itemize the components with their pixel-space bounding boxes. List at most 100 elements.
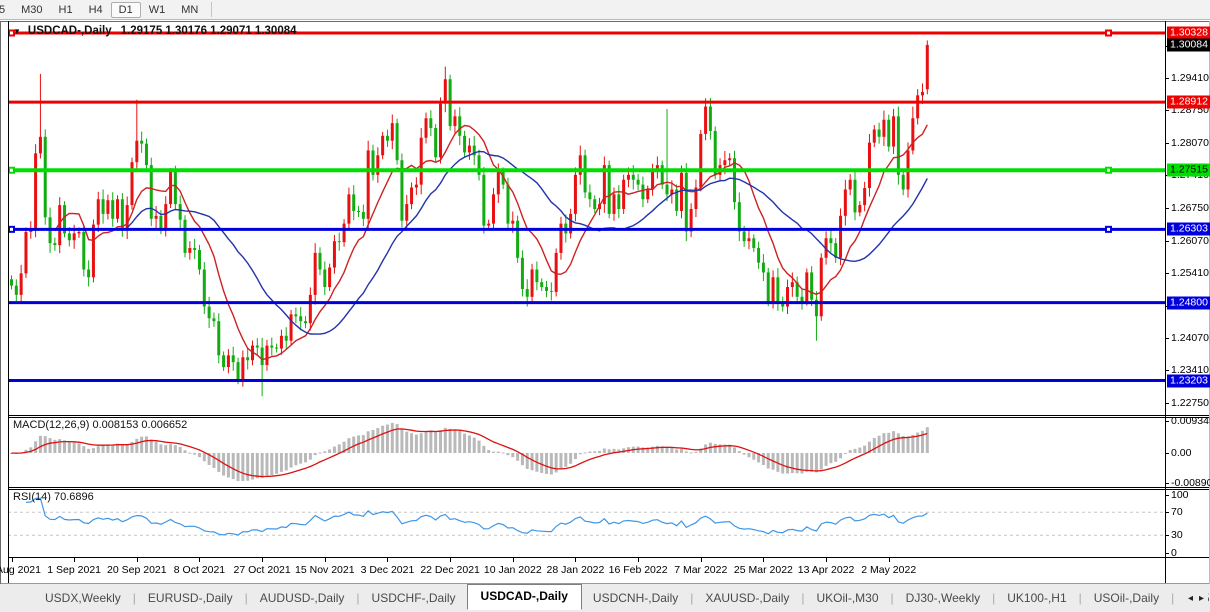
- tab-usdx-weekly[interactable]: USDX,Weekly: [34, 586, 132, 610]
- date-axis-tickmark: [137, 558, 138, 562]
- symbol-tab-bar: USDX,Weekly|EURUSD-,Daily|AUDUSD-,Daily|…: [0, 584, 1210, 612]
- macd-axis-label: -0.008902: [1171, 477, 1210, 489]
- rsi-axis-tickmark: [1165, 535, 1169, 536]
- tab-audusd-daily[interactable]: AUDUSD-,Daily: [249, 586, 356, 610]
- macd-indicator-label: MACD(12,26,9) 0.008153 0.006652: [13, 419, 187, 431]
- chart-title-ohlc: 1.29175 1.30176 1.29071 1.30084: [121, 25, 297, 37]
- timeframe-button-h1[interactable]: H1: [51, 2, 81, 18]
- tab-scroll-arrows: ◂ ▸: [1184, 584, 1208, 612]
- rsi-axis-label: 100: [1171, 489, 1189, 501]
- rsi-axis-label: 30: [1171, 529, 1183, 541]
- tab-ukoil-m30[interactable]: UKOil-,M30: [806, 586, 890, 610]
- frame-line: [8, 21, 9, 583]
- frame-line: [8, 487, 1210, 488]
- frame-line: [8, 557, 1210, 558]
- price-axis-label: 1.22750: [1171, 397, 1209, 409]
- date-axis-tickmark: [199, 558, 200, 562]
- date-axis-tickmark: [74, 558, 75, 562]
- date-axis-label: 28 Jan 2022: [547, 564, 605, 576]
- rsi-axis-label: 70: [1171, 506, 1183, 518]
- frame-line: [0, 21, 1210, 22]
- date-axis-tickmark: [701, 558, 702, 562]
- date-axis-label: 10 Jan 2022: [484, 564, 542, 576]
- price-tag-1.27515: 1.27515: [1167, 164, 1210, 177]
- price-axis-tickmark: [1165, 370, 1169, 371]
- timeframe-button-w1[interactable]: W1: [141, 2, 174, 18]
- price-axis-tickmark: [1165, 338, 1169, 339]
- date-axis-tickmark: [638, 558, 639, 562]
- tab-dj30-weekly[interactable]: DJ30-,Weekly: [895, 586, 991, 610]
- price-axis-tickmark: [1165, 78, 1169, 79]
- tab-usoil-daily[interactable]: USOil-,Daily: [1083, 586, 1170, 610]
- price-tag-1.28912: 1.28912: [1167, 96, 1210, 109]
- macd-axis-tickmark: [1165, 421, 1169, 422]
- timeframe-toolbar: 5M30H1H4D1W1MN: [0, 0, 1210, 20]
- date-axis-label: 15 Nov 2021: [295, 564, 355, 576]
- price-axis-label: 1.26070: [1171, 235, 1209, 247]
- price-axis-label: 1.26750: [1171, 202, 1209, 214]
- date-axis-label: 25 Mar 2022: [734, 564, 793, 576]
- date-axis-label: 3 Dec 2021: [361, 564, 415, 576]
- date-axis-label: 13 Aug 2021: [0, 564, 41, 576]
- date-axis-label: 1 Sep 2021: [47, 564, 101, 576]
- object-marker-icon: ▼: [13, 27, 21, 36]
- rsi-pane-canvas[interactable]: [8, 489, 1165, 557]
- tabs-scroll-right-icon[interactable]: ▸: [1199, 593, 1204, 604]
- rsi-axis-tickmark: [1165, 495, 1169, 496]
- date-axis-label: 13 Apr 2022: [798, 564, 855, 576]
- macd-axis-label: 0.00: [1171, 447, 1191, 459]
- frame-line: [8, 417, 1210, 418]
- timeframe-button-5[interactable]: 5: [0, 2, 13, 18]
- rsi-indicator-label: RSI(14) 70.6896: [13, 491, 94, 503]
- tab-xauusd-daily[interactable]: XAUUSD-,Daily: [694, 586, 800, 610]
- frame-line: [8, 415, 1210, 416]
- date-axis-tickmark: [575, 558, 576, 562]
- timeframe-button-m30[interactable]: M30: [13, 2, 50, 18]
- date-axis-tickmark: [450, 558, 451, 562]
- date-axis-tickmark: [826, 558, 827, 562]
- date-axis-label: 16 Feb 2022: [609, 564, 668, 576]
- tab-usdcnh-daily[interactable]: USDCNH-,Daily: [582, 586, 689, 610]
- price-axis-label: 1.28070: [1171, 137, 1209, 149]
- macd-axis-label: 0.009345: [1171, 415, 1210, 427]
- timeframe-button-mn[interactable]: MN: [173, 2, 206, 18]
- price-axis-label: 1.24070: [1171, 332, 1209, 344]
- rsi-axis-tickmark: [1165, 553, 1169, 554]
- price-axis-tickmark: [1165, 208, 1169, 209]
- chart-title-symbol: USDCAD-,Daily: [28, 25, 112, 37]
- frame-line: [8, 489, 1210, 490]
- tab-usdcad-daily[interactable]: USDCAD-,Daily: [467, 584, 582, 610]
- date-axis-label: 8 Oct 2021: [174, 564, 225, 576]
- tabs-scroll-left-icon[interactable]: ◂: [1188, 593, 1193, 604]
- current-price-tag: 1.30084: [1167, 38, 1210, 51]
- price-axis-tickmark: [1165, 143, 1169, 144]
- date-axis-tickmark: [763, 558, 764, 562]
- rsi-axis-label: 0: [1171, 547, 1177, 559]
- tab-eurusd-daily[interactable]: EURUSD-,Daily: [137, 586, 244, 610]
- date-axis-tickmark: [325, 558, 326, 562]
- ma-slow-line: [127, 152, 927, 335]
- price-tag-1.24800: 1.24800: [1167, 296, 1210, 309]
- price-chart-canvas[interactable]: [8, 22, 1165, 415]
- macd-axis-tickmark: [1165, 453, 1169, 454]
- date-axis-label: 27 Oct 2021: [234, 564, 291, 576]
- price-tag-1.26303: 1.26303: [1167, 223, 1210, 236]
- rsi-axis-tickmark: [1165, 512, 1169, 513]
- tab-uk100-h1[interactable]: UK100-,H1: [996, 586, 1077, 610]
- timeframe-button-d1[interactable]: D1: [111, 2, 141, 18]
- rsi-line: [26, 498, 927, 535]
- price-axis-label: 1.29410: [1171, 72, 1209, 84]
- date-axis-label: 20 Sep 2021: [107, 564, 167, 576]
- price-axis-tickmark: [1165, 110, 1169, 111]
- chart-title: ▼ USDCAD-,Daily 1.29175 1.30176 1.29071 …: [13, 25, 297, 37]
- date-axis-tickmark: [262, 558, 263, 562]
- timeframe-button-h4[interactable]: H4: [81, 2, 111, 18]
- tab-usdchf-daily[interactable]: USDCHF-,Daily: [361, 586, 467, 610]
- frame-line: [1165, 21, 1166, 583]
- macd-axis-tickmark: [1165, 483, 1169, 484]
- price-axis-tickmark: [1165, 241, 1169, 242]
- date-axis-tickmark: [12, 558, 13, 562]
- price-axis-tickmark: [1165, 273, 1169, 274]
- price-axis-label: 1.25410: [1171, 267, 1209, 279]
- date-axis-label: 22 Dec 2021: [420, 564, 480, 576]
